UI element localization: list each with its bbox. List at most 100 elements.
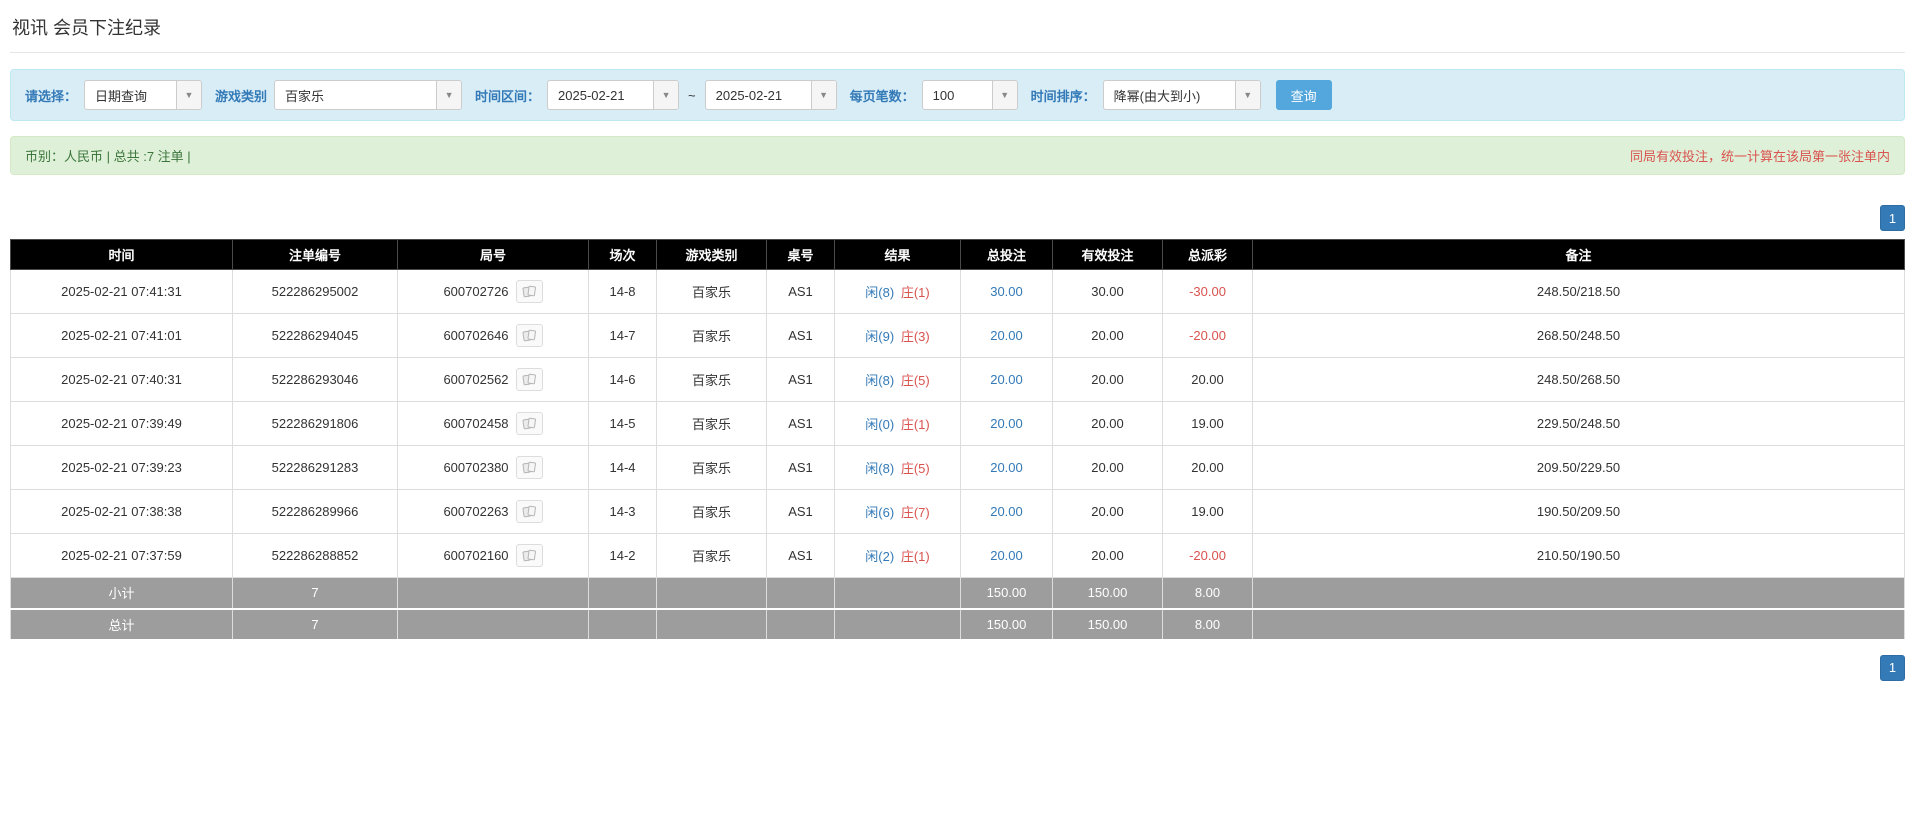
cell-round: 600702263 — [397, 489, 589, 534]
total-bet-link[interactable]: 20.00 — [990, 416, 1023, 431]
cell-remark: 229.50/248.50 — [1252, 401, 1905, 446]
currency-summary: 币别：人民币 | 总共 :7 注单 | — [25, 149, 191, 164]
result-banker: 庄(7) — [900, 505, 930, 520]
subtotal-payout: 8.00 — [1162, 577, 1253, 610]
result-banker: 庄(1) — [900, 549, 930, 564]
table-row: 2025-02-21 07:39:49 522286291806 6007024… — [10, 401, 1905, 446]
cell-valid-bet: 20.00 — [1052, 357, 1163, 402]
result-banker: 庄(3) — [900, 329, 930, 344]
game-type-select[interactable]: 百家乐 ▼ — [274, 80, 463, 110]
subtotal-count: 7 — [232, 577, 398, 610]
cell-table: AS1 — [766, 313, 835, 358]
round-number: 600702160 — [443, 548, 509, 563]
result-player: 闲(6) — [865, 505, 895, 520]
cell-time: 2025-02-21 07:41:01 — [10, 313, 233, 358]
cell-time: 2025-02-21 07:37:59 — [10, 533, 233, 578]
bet-records-table: 时间 注单编号 局号 场次 游戏类别 桌号 结果 总投注 有效投注 总派彩 备注… — [10, 239, 1905, 641]
total-bet-link[interactable]: 30.00 — [990, 284, 1023, 299]
cell-total-bet: 30.00 — [960, 269, 1053, 314]
cell-round: 600702562 — [397, 357, 589, 402]
col-header-session: 场次 — [588, 239, 657, 270]
total-bet-link[interactable]: 20.00 — [990, 504, 1023, 519]
chevron-down-icon[interactable]: ▼ — [1234, 81, 1260, 109]
cell-session: 14-6 — [588, 357, 657, 402]
cell-session: 14-4 — [588, 445, 657, 490]
cell-total-bet: 20.00 — [960, 357, 1053, 402]
cell-remark: 190.50/209.50 — [1252, 489, 1905, 534]
search-button[interactable]: 查询 — [1275, 80, 1332, 110]
chevron-down-icon[interactable]: ▼ — [991, 81, 1017, 109]
sort-label: 时间排序： — [1030, 88, 1096, 104]
total-bet-link[interactable]: 20.00 — [990, 372, 1023, 387]
cell-session: 14-3 — [588, 489, 657, 534]
cell-game: 百家乐 — [656, 401, 767, 446]
col-header-result: 结果 — [834, 239, 961, 270]
chevron-down-icon[interactable]: ▼ — [176, 81, 202, 109]
round-number: 600702562 — [443, 372, 509, 387]
cell-bet-id: 522286289966 — [232, 489, 398, 534]
date-from-select[interactable]: 2025-02-21 ▼ — [547, 80, 680, 110]
cell-total-bet: 20.00 — [960, 313, 1053, 358]
result-player: 闲(8) — [865, 461, 895, 476]
col-header-table: 桌号 — [766, 239, 835, 270]
table-row: 2025-02-21 07:41:01 522286294045 6007026… — [10, 313, 1905, 358]
query-type-select[interactable]: 日期查询 ▼ — [84, 80, 203, 110]
cell-payout: -30.00 — [1162, 269, 1253, 314]
cell-game: 百家乐 — [656, 533, 767, 578]
sort-value: 降幂(由大到小) — [1113, 88, 1201, 104]
cell-valid-bet: 20.00 — [1052, 489, 1163, 534]
cell-result: 闲(0) 庄(1) — [834, 401, 961, 446]
table-row: 2025-02-21 07:38:38 522286289966 6007022… — [10, 489, 1905, 534]
view-cards-button[interactable] — [515, 544, 543, 567]
per-page-select[interactable]: 100 ▼ — [921, 80, 1018, 110]
cell-table: AS1 — [766, 269, 835, 314]
game-type-value: 百家乐 — [285, 88, 325, 104]
cell-round: 600702646 — [397, 313, 589, 358]
col-header-bet-id: 注单编号 — [232, 239, 398, 270]
cell-total-bet: 20.00 — [960, 489, 1053, 534]
view-cards-button[interactable] — [515, 280, 543, 303]
page-title: 视讯 会员下注纪录 — [10, 8, 1905, 53]
cards-icon — [522, 461, 536, 474]
chevron-down-icon[interactable]: ▼ — [653, 81, 679, 109]
cell-remark: 248.50/218.50 — [1252, 269, 1905, 314]
result-player: 闲(9) — [865, 329, 895, 344]
subtotal-row: 小计 7 150.00 150.00 8.00 — [10, 577, 1905, 610]
result-player: 闲(0) — [865, 417, 895, 432]
cell-payout: -20.00 — [1162, 313, 1253, 358]
chevron-down-icon[interactable]: ▼ — [810, 81, 836, 109]
cell-game: 百家乐 — [656, 269, 767, 314]
chevron-down-icon[interactable]: ▼ — [436, 81, 462, 109]
cell-game: 百家乐 — [656, 489, 767, 534]
view-cards-button[interactable] — [515, 412, 543, 435]
date-to-value: 2025-02-21 — [715, 87, 783, 103]
page-number-button[interactable]: 1 — [1880, 654, 1905, 681]
table-body: 2025-02-21 07:41:31 522286295002 6007027… — [10, 269, 1905, 578]
table-row: 2025-02-21 07:37:59 522286288852 6007021… — [10, 533, 1905, 578]
cell-bet-id: 522286293046 — [232, 357, 398, 402]
col-header-total-bet: 总投注 — [960, 239, 1053, 270]
date-to-select[interactable]: 2025-02-21 ▼ — [704, 80, 837, 110]
view-cards-button[interactable] — [515, 500, 543, 523]
total-bet-link[interactable]: 20.00 — [990, 460, 1023, 475]
subtotal-valid-bet: 150.00 — [1052, 577, 1163, 610]
cell-time: 2025-02-21 07:41:31 — [10, 269, 233, 314]
cell-result: 闲(9) 庄(3) — [834, 313, 961, 358]
view-cards-button[interactable] — [515, 324, 543, 347]
total-row: 总计 7 150.00 150.00 8.00 — [10, 608, 1905, 641]
cell-table: AS1 — [766, 357, 835, 402]
result-player: 闲(8) — [865, 285, 895, 300]
sort-select[interactable]: 降幂(由大到小) ▼ — [1102, 80, 1261, 110]
cell-time: 2025-02-21 07:38:38 — [10, 489, 233, 534]
page-number-button[interactable]: 1 — [1880, 205, 1905, 231]
cell-time: 2025-02-21 07:40:31 — [10, 357, 233, 402]
round-number: 600702458 — [443, 416, 509, 431]
view-cards-button[interactable] — [515, 368, 543, 391]
cell-remark: 210.50/190.50 — [1252, 533, 1905, 578]
table-row: 2025-02-21 07:41:31 522286295002 6007027… — [10, 269, 1905, 314]
round-number: 600702380 — [443, 460, 509, 475]
view-cards-button[interactable] — [515, 456, 543, 479]
cell-result: 闲(8) 庄(1) — [834, 269, 961, 314]
total-bet-link[interactable]: 20.00 — [990, 328, 1023, 343]
total-bet-link[interactable]: 20.00 — [990, 548, 1023, 563]
